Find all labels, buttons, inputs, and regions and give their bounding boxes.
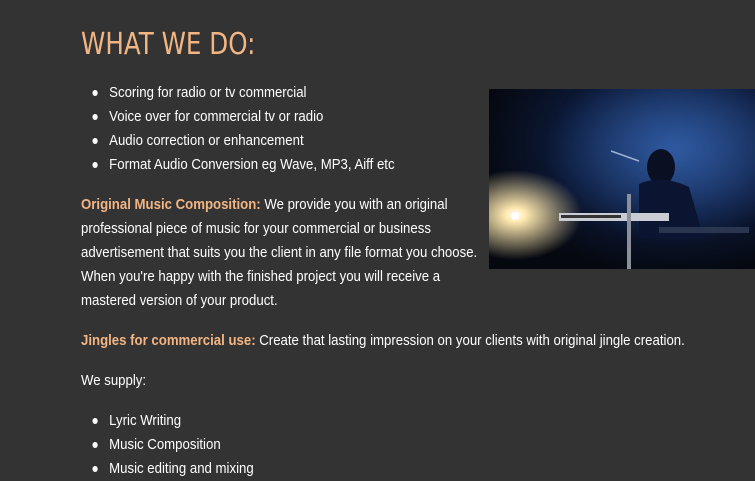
performer-photo <box>489 89 755 269</box>
performer-photo-illustration <box>489 89 755 269</box>
list-item: Audio correction or enhancement <box>81 129 395 153</box>
original-music-line: mastered version of your product. <box>81 292 278 309</box>
jingles-text: Create that lasting impression on your c… <box>259 332 685 349</box>
we-supply-text: We supply: <box>81 372 147 389</box>
original-music-line: We provide you with an original <box>264 196 448 213</box>
list-item: Music Composition <box>81 433 254 457</box>
services-list: Scoring for radio or tv commercial Voice… <box>81 81 395 177</box>
list-item: Scoring for radio or tv commercial <box>81 81 395 105</box>
original-music-paragraph: Original Music Composition: We provide y… <box>81 193 477 313</box>
original-music-line: When you're happy with the finished proj… <box>81 268 441 285</box>
list-item: Music editing and mixing <box>81 457 254 481</box>
supply-list: Lyric Writing Music Composition Music ed… <box>81 409 254 481</box>
jingles-paragraph: Jingles for commercial use: Create that … <box>81 329 685 353</box>
jingles-label: Jingles for commercial use: <box>81 332 256 349</box>
original-music-label: Original Music Composition: <box>81 196 261 213</box>
list-item: Voice over for commercial tv or radio <box>81 105 395 129</box>
original-music-line: advertisement that suits you the client … <box>81 244 478 261</box>
page-heading: WHAT WE DO: <box>81 27 256 62</box>
original-music-line: professional piece of music for your com… <box>81 220 431 237</box>
list-item: Format Audio Conversion eg Wave, MP3, Ai… <box>81 153 395 177</box>
list-item: Lyric Writing <box>81 409 254 433</box>
